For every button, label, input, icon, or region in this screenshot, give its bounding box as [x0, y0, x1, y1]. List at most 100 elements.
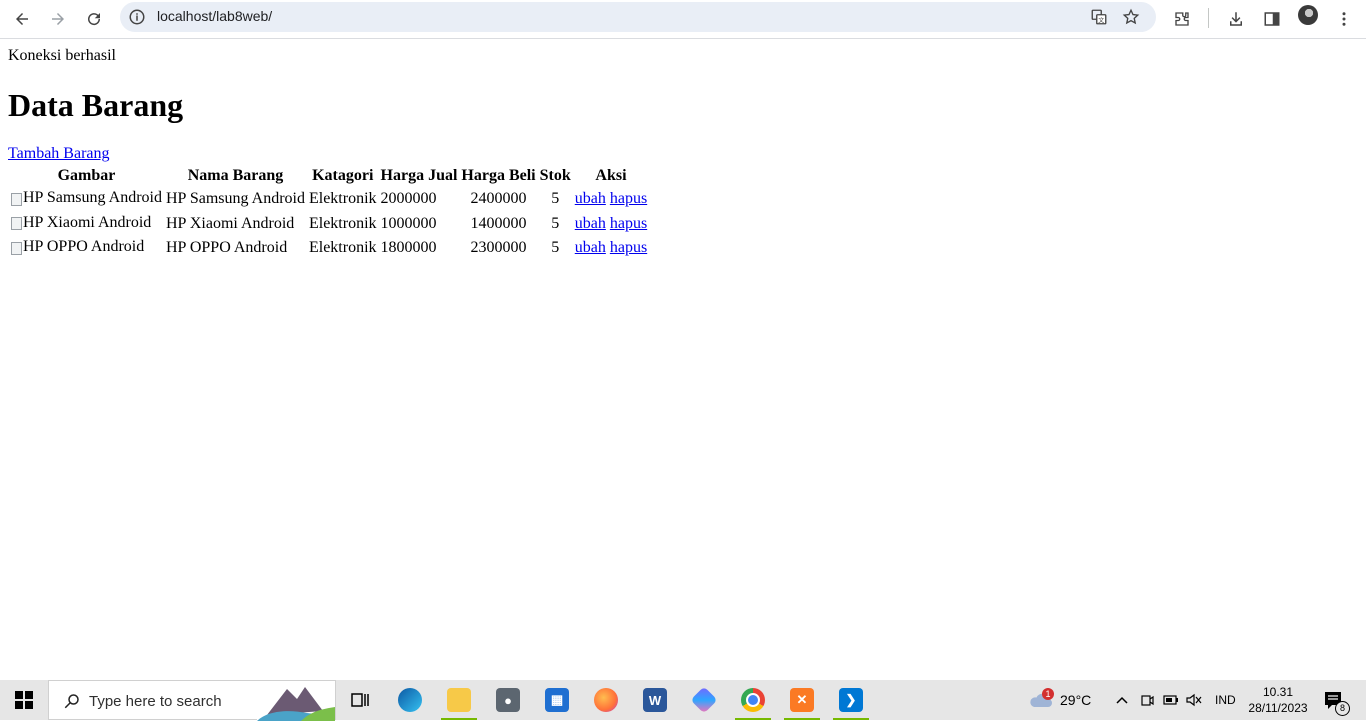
- header-nama-barang: Nama Barang: [187, 167, 284, 184]
- translate-icon[interactable]: 文: [1090, 8, 1108, 26]
- search-icon: [64, 694, 79, 709]
- taskbar-app-chrome[interactable]: [733, 684, 773, 720]
- search-placeholder: Type here to search: [89, 693, 222, 710]
- taskbar-search-box[interactable]: Type here to search: [48, 680, 336, 721]
- header-harga-beli: Harga Beli: [461, 167, 536, 184]
- header-gambar: Gambar: [57, 167, 116, 184]
- weather-widget[interactable]: 29°C 1: [1028, 680, 1091, 720]
- chrome-icon: [741, 688, 765, 712]
- cell-gambar: HP Xiaomi Android: [10, 213, 163, 236]
- clock-time: 10.31: [1262, 685, 1294, 699]
- bookmark-star-icon[interactable]: [1122, 8, 1140, 26]
- chevron-up-icon: [1116, 696, 1128, 704]
- vscode-icon: ❯: [839, 688, 863, 712]
- edit-link[interactable]: ubah: [575, 239, 606, 256]
- add-item-link[interactable]: Tambah Barang: [8, 145, 110, 163]
- taskbar-app-word[interactable]: W: [635, 684, 675, 716]
- tray-meet-now[interactable]: [1140, 680, 1154, 720]
- table-row: HP Xiaomi Android HP Xiaomi Android Elek…: [10, 213, 648, 236]
- windows-taskbar: Type here to search ● ▦ W ✕ ❯ 29°C 1 IND…: [0, 680, 1366, 721]
- copilot-icon: [690, 686, 718, 714]
- taskbar-app-edge[interactable]: [390, 684, 430, 716]
- cell-aksi: ubah hapus: [574, 188, 648, 211]
- table-row: HP OPPO Android HP OPPO Android Elektron…: [10, 237, 648, 260]
- taskbar-app-camera[interactable]: ●: [488, 684, 528, 716]
- svg-text:文: 文: [1098, 16, 1104, 24]
- profile-avatar[interactable]: [1298, 5, 1318, 25]
- cell-stok: 5: [551, 239, 560, 257]
- taskbar-app-vscode[interactable]: ❯: [831, 684, 871, 720]
- header-katagori: Katagori: [312, 167, 374, 184]
- table-header-row: Gambar Nama Barang Katagori Harga Jual H…: [10, 166, 648, 186]
- battery-icon: [1163, 695, 1178, 705]
- cell-kategori: Elektronik: [308, 190, 377, 208]
- image-alt-text: HP OPPO Android: [23, 238, 145, 255]
- image-alt-text: HP Samsung Android: [23, 189, 162, 206]
- broken-image: HP Xiaomi Android: [11, 214, 151, 232]
- header-stok: Stok: [539, 167, 571, 184]
- notification-center-button[interactable]: 8: [1324, 690, 1350, 716]
- word-icon: W: [643, 688, 667, 712]
- edit-link[interactable]: ubah: [575, 215, 606, 232]
- taskbar-app-copilot[interactable]: [684, 684, 724, 716]
- url-text: localhost/lab8web/: [157, 8, 273, 24]
- taskbar-app-firefox[interactable]: [586, 684, 626, 716]
- menu-kebab-icon[interactable]: [1328, 3, 1360, 35]
- items-table: Gambar Nama Barang Katagori Harga Jual H…: [8, 164, 650, 262]
- toolbar-separator: [1208, 8, 1209, 28]
- tray-battery[interactable]: [1163, 680, 1179, 720]
- firefox-icon: [594, 688, 618, 712]
- forward-icon[interactable]: [42, 3, 74, 35]
- broken-image-icon: [11, 241, 22, 255]
- delete-link[interactable]: hapus: [610, 239, 647, 256]
- edit-link[interactable]: ubah: [575, 190, 606, 207]
- start-button[interactable]: [0, 680, 48, 720]
- notification-count: 8: [1335, 701, 1350, 716]
- cell-stok: 5: [551, 214, 560, 232]
- cell-harga-beli: 1400000: [470, 214, 527, 232]
- show-hidden-icons-button[interactable]: [1116, 680, 1128, 720]
- volume-muted-icon: [1186, 693, 1202, 707]
- download-icon[interactable]: [1220, 3, 1252, 35]
- cell-harga-jual: 2000000: [380, 190, 437, 208]
- task-view-icon: [351, 693, 369, 707]
- site-info-icon[interactable]: [128, 8, 146, 26]
- taskbar-app-store[interactable]: ▦: [537, 684, 577, 716]
- side-panel-icon[interactable]: [1256, 3, 1288, 35]
- search-highlight-illustration: [257, 681, 335, 721]
- cell-aksi: ubah hapus: [574, 213, 648, 236]
- taskbar-app-file-explorer[interactable]: [439, 684, 479, 720]
- broken-image-icon: [11, 192, 22, 206]
- tray-clock[interactable]: 10.31 28/11/2023: [1240, 684, 1316, 716]
- back-icon[interactable]: [6, 3, 38, 35]
- cell-kategori: Elektronik: [308, 214, 377, 232]
- extensions-icon[interactable]: [1166, 3, 1198, 35]
- delete-link[interactable]: hapus: [610, 215, 647, 232]
- cell-harga-jual: 1800000: [380, 239, 437, 257]
- broken-image-icon: [11, 217, 22, 230]
- tray-language[interactable]: IND: [1215, 680, 1236, 720]
- cell-gambar: HP Samsung Android: [10, 188, 163, 211]
- cell-harga-beli: 2400000: [470, 190, 527, 208]
- weather-temperature: 29°C: [1060, 692, 1092, 708]
- edge-icon: [398, 688, 422, 712]
- address-bar[interactable]: localhost/lab8web/ 文: [120, 2, 1156, 32]
- task-view-button[interactable]: [340, 684, 380, 716]
- cell-gambar: HP OPPO Android: [10, 237, 163, 260]
- tray-volume[interactable]: [1186, 680, 1202, 720]
- cell-nama: HP Xiaomi Android: [165, 214, 295, 232]
- windows-logo-icon: [15, 691, 33, 709]
- weather-badge: 1: [1042, 688, 1054, 700]
- camera-icon: ●: [496, 688, 520, 712]
- broken-image: HP OPPO Android: [11, 238, 144, 256]
- file-explorer-icon: [447, 688, 471, 712]
- delete-link[interactable]: hapus: [610, 190, 647, 207]
- table-row: HP Samsung Android HP Samsung Android El…: [10, 188, 648, 211]
- reload-icon[interactable]: [78, 3, 110, 35]
- xampp-icon: ✕: [790, 688, 814, 712]
- taskbar-app-xampp[interactable]: ✕: [782, 684, 822, 720]
- image-alt-text: HP Xiaomi Android: [23, 213, 152, 231]
- cell-kategori: Elektronik: [308, 239, 377, 257]
- microsoft-store-icon: ▦: [545, 688, 569, 712]
- camera-tray-icon: [1141, 695, 1154, 706]
